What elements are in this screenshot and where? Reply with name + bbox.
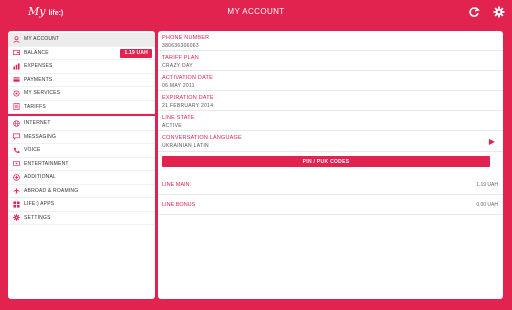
field-value: 380636306063: [162, 43, 199, 49]
line-label: LINE BONUS: [162, 202, 196, 208]
sidebar: MY ACCOUNT BALANCE 1.19 UAH EXPENSES PAY…: [8, 31, 155, 299]
sidebar-item-label: TARIFFS: [24, 103, 46, 110]
refresh-icon[interactable]: [467, 5, 481, 19]
user-icon: [12, 35, 20, 43]
sidebar-item-settings[interactable]: SETTINGS: [8, 212, 155, 225]
tariff-plan-field: TARIFF PLAN CRAZY DAY: [158, 51, 503, 71]
message-icon: [12, 133, 20, 141]
field-label: EXPIRATION DATE: [162, 95, 214, 101]
field-value: CRAZY DAY: [162, 63, 193, 69]
phone-icon: [12, 146, 20, 154]
sidebar-item-life-apps[interactable]: LIFE:) APPS: [8, 198, 155, 212]
sidebar-item-my-account[interactable]: MY ACCOUNT: [8, 33, 155, 47]
sidebar-item-label: ABROAD & ROAMING: [24, 187, 79, 194]
field-label: TARIFF PLAN: [162, 55, 199, 61]
sidebar-item-label: MESSAGING: [24, 133, 57, 140]
wallet-icon: [12, 49, 20, 57]
services-icon: [12, 89, 20, 97]
account-panel: PHONE NUMBER 380636306063 TARIFF PLAN CR…: [158, 31, 503, 299]
plane-icon: [12, 187, 20, 195]
line-state-field: LINE STATE ACTIVE: [158, 111, 503, 131]
sidebar-item-messaging[interactable]: MESSAGING: [8, 131, 155, 144]
chart-icon: [12, 62, 20, 70]
top-bar: My life:) MY ACCOUNT: [0, 0, 512, 26]
phone-number-field: PHONE NUMBER 380636306063: [158, 31, 503, 51]
pin-puk-codes-button[interactable]: PIN / PUK CODES: [162, 156, 490, 167]
globe-icon: [12, 119, 20, 127]
gear-icon[interactable]: [492, 5, 506, 19]
sidebar-item-my-services[interactable]: MY SERVICES: [8, 87, 155, 101]
tariffs-icon: [12, 103, 20, 111]
line-label: LINE MAIN: [162, 182, 190, 188]
sidebar-item-label: EXPENSES: [24, 63, 53, 70]
line-bonus-row: LINE BONUS 0.00 UAH: [158, 195, 503, 215]
sidebar-item-tariffs[interactable]: TARIFFS: [8, 101, 155, 114]
card-icon: [12, 76, 20, 84]
sidebar-item-label: MY ACCOUNT: [24, 36, 60, 43]
sidebar-item-payments[interactable]: PAYMENTS: [8, 74, 155, 87]
sidebar-divider: [8, 114, 155, 116]
sidebar-item-entertainment[interactable]: ENTERTAINMENT: [8, 158, 155, 171]
sidebar-item-label: ADDITIONAL: [24, 174, 57, 181]
activation-date-field: ACTIVATION DATE 06 MAY 2011: [158, 71, 503, 91]
sidebar-item-balance[interactable]: BALANCE 1.19 UAH: [8, 47, 155, 60]
field-value: 21 FEBRUARY 2014: [162, 103, 214, 109]
sidebar-item-additional[interactable]: ADDITIONAL: [8, 171, 155, 185]
sidebar-item-abroad-roaming[interactable]: ABROAD & ROAMING: [8, 185, 155, 198]
field-value: UKRAINIAN LATIN: [162, 143, 209, 149]
sidebar-item-internet[interactable]: INTERNET: [8, 117, 155, 131]
sidebar-item-label: PAYMENTS: [24, 76, 53, 83]
balance-badge: 1.19 UAH: [120, 48, 152, 58]
conversation-language-field[interactable]: CONVERSATION LANGUAGE UKRAINIAN LATIN ▶: [158, 131, 503, 152]
sidebar-item-label: LIFE:) APPS: [24, 201, 55, 208]
page-title: MY ACCOUNT: [227, 7, 285, 16]
field-label: CONVERSATION LANGUAGE: [162, 135, 242, 141]
line-main-row: LINE MAIN 1.19 UAH: [158, 175, 503, 195]
sidebar-item-expenses[interactable]: EXPENSES: [8, 60, 155, 74]
sidebar-item-label: MY SERVICES: [24, 90, 61, 97]
field-label: LINE STATE: [162, 115, 195, 121]
field-value: ACTIVE: [162, 123, 182, 129]
settings-icon: [12, 214, 20, 222]
sidebar-item-label: ENTERTAINMENT: [24, 160, 69, 167]
line-amount: 0.00 UAH: [476, 202, 498, 208]
sidebar-item-label: SETTINGS: [24, 214, 51, 221]
expiration-date-field: EXPIRATION DATE 21 FEBRUARY 2014: [158, 91, 503, 111]
sidebar-item-label: VOICE: [24, 147, 41, 154]
field-label: PHONE NUMBER: [162, 35, 210, 41]
sidebar-item-voice[interactable]: VOICE: [8, 144, 155, 158]
field-label: ACTIVATION DATE: [162, 75, 213, 81]
line-amount: 1.19 UAH: [476, 182, 498, 188]
apps-icon: [12, 200, 20, 208]
plus-icon: [12, 173, 20, 181]
entertainment-icon: [12, 160, 20, 168]
chevron-right-icon: ▶: [488, 137, 495, 146]
sidebar-item-label: BALANCE: [24, 49, 49, 56]
sidebar-item-label: INTERNET: [24, 120, 51, 127]
field-value: 06 MAY 2011: [162, 83, 195, 89]
